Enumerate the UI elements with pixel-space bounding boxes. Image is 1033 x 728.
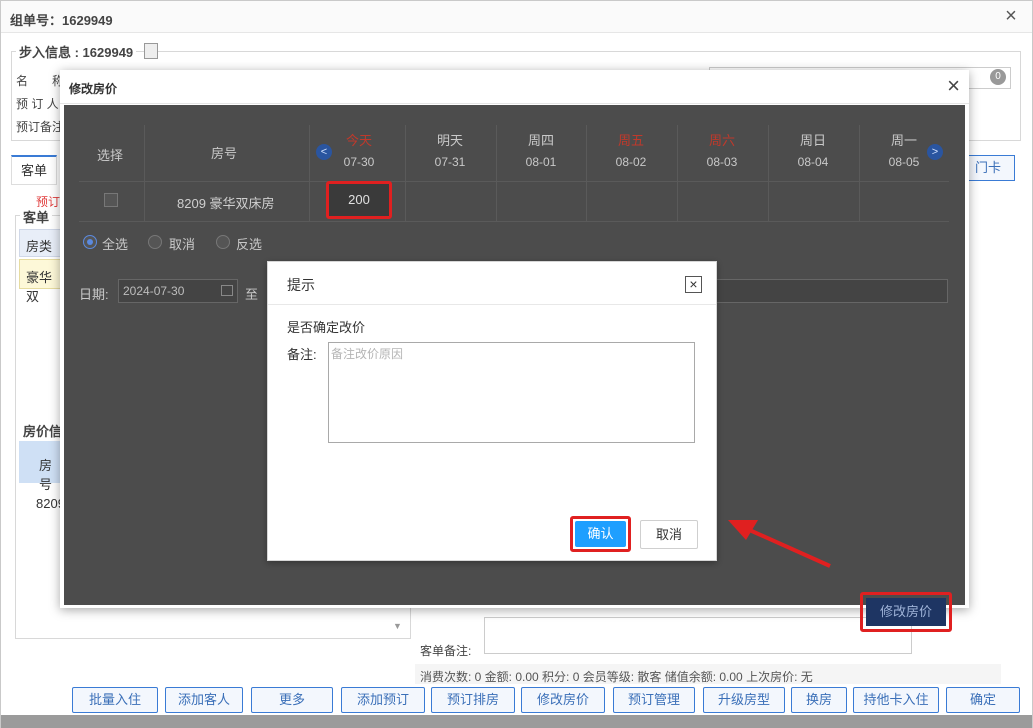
invert-label: 反选 (236, 237, 263, 252)
day-date-header: 08-04 (797, 155, 829, 169)
room-type-cell[interactable]: 豪华双 (19, 259, 63, 304)
window-bottom-shade (1, 715, 1032, 728)
grid-divider (768, 125, 769, 221)
prompt-message: 是否确定改价 (287, 320, 366, 335)
grid-divider (859, 125, 860, 221)
prompt-note-label: 备注: (287, 347, 317, 362)
grid-divider (309, 125, 310, 221)
day-name-header: 周一 (890, 133, 917, 148)
grid-divider (586, 125, 587, 221)
room-type-header-label: 房类 (26, 239, 53, 254)
window-close-icon[interactable]: × (1002, 6, 1020, 26)
price-cell-today[interactable]: 200 (329, 184, 389, 216)
day-date-header: 08-02 (615, 155, 647, 169)
prompt-title-bar: 提示 × (268, 262, 716, 305)
col-select-header: 选择 (96, 148, 123, 163)
bottom-button-1[interactable]: 批量入住 (72, 687, 158, 713)
price-info-legend: 房价信 (20, 421, 66, 440)
room-type-header: 房类 (19, 229, 63, 257)
col-room-header: 房号 (210, 146, 237, 161)
grid-divider (405, 125, 406, 221)
price-cell-highlight: 200 (326, 181, 392, 219)
guest-remark-input[interactable] (484, 617, 912, 654)
confirm-prompt-dialog: 提示 × 是否确定改价 备注: 确认 取消 (267, 261, 717, 561)
guest-remark-label: 客单备注: (420, 644, 472, 658)
prompt-cancel-button[interactable]: 取消 (640, 520, 698, 549)
window-title: 组单号：1629949 (10, 13, 113, 28)
day-name-header: 周日 (799, 133, 826, 148)
bottom-button-2[interactable]: 添加客人 (165, 687, 243, 713)
modify-price-title-bar: 修改房价 × (60, 70, 969, 104)
booker-label: 预 订 人 (16, 97, 59, 111)
scroll-down-icon[interactable]: ▼ (393, 621, 402, 631)
count-badge: 0 (990, 69, 1006, 85)
confirm-button[interactable]: 确认 (575, 521, 626, 547)
day-name-header: 周六 (708, 133, 735, 148)
prompt-note-input[interactable] (328, 342, 695, 443)
date-from-value: 2024-07-30 (123, 284, 185, 298)
bottom-button-3[interactable]: 更多 (251, 687, 333, 713)
bottom-button-8[interactable]: 升级房型 (703, 687, 785, 713)
next-dates-icon[interactable]: > (927, 144, 943, 160)
grid-divider (677, 125, 678, 221)
room-no-header: 房号 (19, 441, 63, 492)
grid-divider (79, 221, 949, 222)
day-name-header: 周五 (617, 133, 644, 148)
modify-price-close-icon[interactable]: × (947, 75, 960, 97)
date-to-label: 至 (245, 287, 259, 302)
grid-divider (144, 125, 145, 221)
day-name-header: 明天 (436, 133, 463, 148)
prev-dates-icon[interactable]: < (316, 144, 332, 160)
row-select-checkbox[interactable] (104, 193, 118, 207)
day-date-header: 08-05 (888, 155, 920, 169)
name-label: 名 称 (16, 74, 65, 88)
day-name-header: 今天 (345, 133, 372, 148)
calendar-icon[interactable] (221, 285, 233, 296)
select-all-label: 全选 (102, 237, 129, 252)
day-date-header: 08-01 (525, 155, 557, 169)
grid-divider (79, 181, 949, 182)
day-date-header: 07-30 (343, 155, 375, 169)
guest-legend: 客单 (20, 207, 53, 226)
invert-radio[interactable] (216, 235, 230, 249)
remark-label: 预订备注 (16, 120, 65, 134)
tab-guest-order-label: 客单 (20, 163, 47, 178)
select-all-radio[interactable] (83, 235, 97, 249)
guest-stats-text: 消费次数: 0 金额: 0.00 积分: 0 会员等级: 散客 储值余额: 0.… (420, 670, 813, 684)
bottom-button-9[interactable]: 换房 (791, 687, 847, 713)
door-card-button[interactable]: 门卡 (961, 155, 1015, 181)
deselect-label: 取消 (169, 237, 196, 252)
guest-stats: 消费次数: 0 金额: 0.00 积分: 0 会员等级: 散客 储值余额: 0.… (415, 664, 1001, 684)
modify-price-title: 修改房价 (69, 82, 118, 96)
confirm-button-highlight: 确认 (570, 516, 631, 552)
room-type-value: 豪华双 (26, 270, 53, 304)
bottom-button-7[interactable]: 预订管理 (613, 687, 695, 713)
date-from-input[interactable]: 2024-07-30 (118, 279, 238, 303)
row-room-name: 8209 豪华双床房 (177, 196, 275, 211)
day-date-header: 07-31 (434, 155, 466, 169)
date-to-input[interactable] (714, 279, 948, 303)
copy-icon[interactable] (144, 43, 158, 59)
prompt-title: 提示 (287, 277, 315, 293)
door-card-label: 门卡 (974, 160, 1001, 175)
day-name-header: 周四 (527, 133, 554, 148)
modify-price-button-highlight: 修改房价 (860, 592, 952, 632)
bottom-button-11[interactable]: 确定 (946, 687, 1020, 713)
step-info-legend: 步入信息 : 1629949 (16, 42, 137, 61)
bottom-button-5[interactable]: 预订排房 (431, 687, 515, 713)
deselect-radio[interactable] (148, 235, 162, 249)
prompt-close-icon[interactable]: × (685, 276, 702, 293)
bottom-button-4[interactable]: 添加预订 (341, 687, 425, 713)
day-date-header: 08-03 (706, 155, 738, 169)
tab-guest-order[interactable]: 客单 (11, 155, 57, 185)
bottom-button-10[interactable]: 持他卡入住 (853, 687, 939, 713)
grid-divider (496, 125, 497, 221)
window-title-bar: 组单号：1629949 × (1, 1, 1032, 33)
date-label: 日期: (79, 287, 109, 302)
bottom-button-6[interactable]: 修改房价 (521, 687, 605, 713)
modify-price-button[interactable]: 修改房价 (866, 598, 946, 626)
